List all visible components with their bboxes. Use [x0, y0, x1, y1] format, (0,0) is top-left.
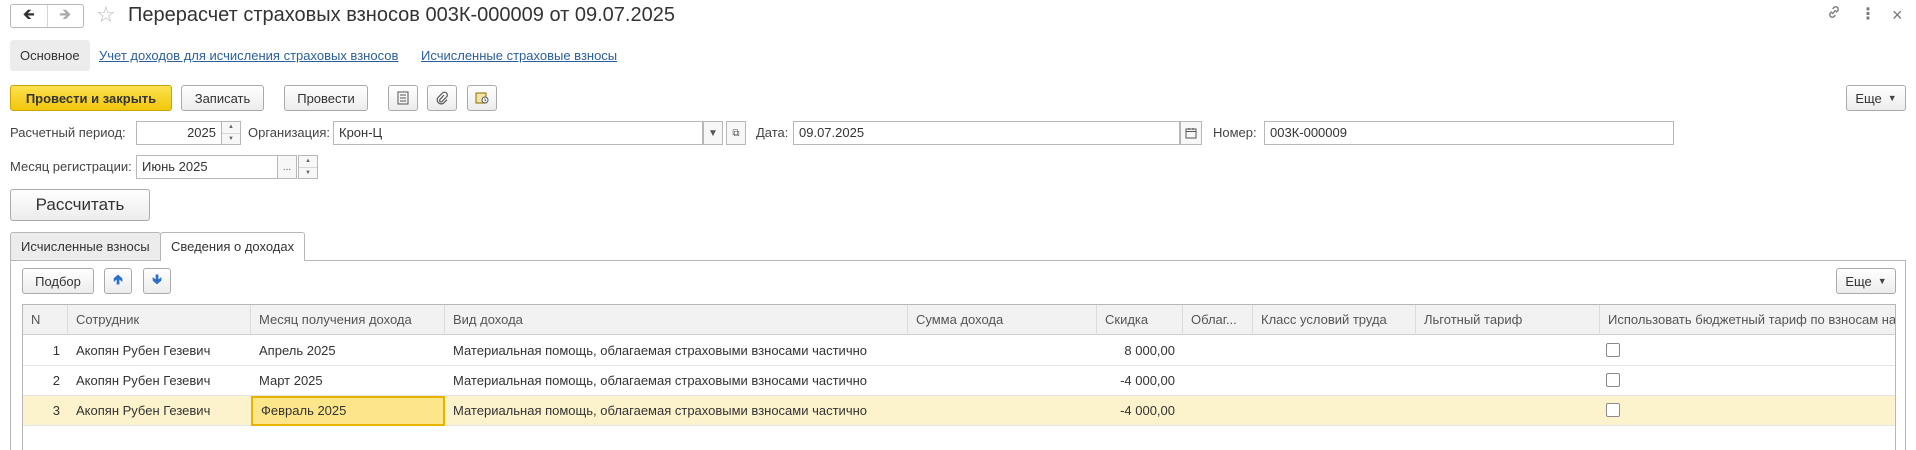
organization-label: Организация: [248, 125, 331, 140]
cell-income-type[interactable]: Материальная помощь, облагаемая страховы… [445, 336, 908, 366]
cell-income-sum[interactable] [908, 396, 1097, 426]
cell-n: 1 [52, 343, 60, 358]
section-main[interactable]: Основное [10, 40, 90, 71]
move-up-icon[interactable]: 🢁 [104, 268, 132, 294]
chevron-down-icon: ▼ [1877, 276, 1887, 286]
column-header-preferential-tariff[interactable]: Льготный тариф [1416, 305, 1600, 335]
date-field[interactable]: 09.07.2025 [793, 121, 1180, 145]
document-list-icon[interactable] [388, 85, 418, 111]
organization-field[interactable]: Крон-Ц [333, 121, 703, 145]
calendar-icon[interactable] [1180, 121, 1202, 145]
table-row-selected[interactable]: 3 Акопян Рубен Гезевич Февраль 2025 Мате… [23, 396, 1895, 426]
dropdown-icon[interactable]: ▼ [703, 121, 723, 145]
number-label: Номер: [1213, 125, 1257, 140]
stepper-down-icon[interactable]: ▼ [299, 168, 317, 179]
budget-tariff-checkbox[interactable] [1606, 403, 1620, 417]
column-header-n[interactable]: N [23, 305, 68, 335]
cell-employee[interactable]: Акопян Рубен Гезевич [68, 336, 251, 366]
cell-discount[interactable]: -4 000,00 [1097, 396, 1183, 426]
period-stepper[interactable]: ▲ ▼ [221, 121, 241, 145]
cell-discount[interactable]: 8 000,00 [1097, 336, 1183, 366]
more-vertical-icon[interactable]: ⋮ [1860, 4, 1876, 26]
cell-employee[interactable]: Акопян Рубен Гезевич [68, 396, 251, 426]
column-header-employee[interactable]: Сотрудник [68, 305, 251, 335]
date-label: Дата: [756, 125, 789, 140]
column-header-taxable[interactable]: Облаг... [1183, 305, 1253, 335]
cell-employee[interactable]: Акопян Рубен Гезевич [68, 366, 251, 396]
income-table: N Сотрудник Месяц получения дохода Вид д… [22, 304, 1896, 450]
section-income-link[interactable]: Учет доходов для исчисления страховых вз… [99, 40, 398, 71]
number-field[interactable]: 003К-000009 [1264, 121, 1674, 145]
arrow-left-icon[interactable]: 🡸 [11, 5, 48, 27]
cell-income-type[interactable]: Материальная помощь, облагаемая страховы… [445, 366, 908, 396]
registration-month-stepper[interactable]: ▲ ▼ [298, 155, 318, 179]
post-button[interactable]: Провести [284, 85, 368, 111]
select-ellipsis-button[interactable]: ... [277, 155, 297, 179]
cell-discount[interactable]: -4 000,00 [1097, 366, 1183, 396]
chevron-down-icon: ▼ [1887, 93, 1897, 103]
column-header-month[interactable]: Месяц получения дохода [251, 305, 445, 335]
section-calculated-link[interactable]: Исчисленные страховые взносы [421, 40, 617, 71]
table-row[interactable]: 1 Акопян Рубен Гезевич Апрель 2025 Матер… [23, 336, 1895, 366]
column-header-budget-tariff[interactable]: Использовать бюджетный тариф по взносам … [1600, 305, 1895, 335]
column-header-income-sum[interactable]: Сумма дохода [908, 305, 1097, 335]
table-row[interactable]: 2 Акопян Рубен Гезевич Март 2025 Материа… [23, 366, 1895, 396]
star-icon[interactable]: ☆ [96, 3, 116, 27]
cell-month-focused[interactable]: Февраль 2025 [251, 396, 445, 426]
cell-income-sum[interactable] [908, 336, 1097, 366]
stepper-down-icon[interactable]: ▼ [222, 134, 240, 145]
budget-tariff-checkbox[interactable] [1606, 343, 1620, 357]
post-and-close-button[interactable]: Провести и закрыть [10, 85, 172, 111]
stepper-up-icon[interactable]: ▲ [222, 122, 240, 134]
calculate-button[interactable]: Рассчитать [10, 189, 150, 221]
stepper-up-icon[interactable]: ▲ [299, 156, 317, 168]
link-icon[interactable] [1826, 4, 1842, 27]
table-more-button-label: Еще [1845, 273, 1872, 289]
column-header-income-type[interactable]: Вид дохода [445, 305, 908, 335]
cell-month[interactable]: Апрель 2025 [251, 336, 445, 366]
select-button[interactable]: Подбор [22, 268, 94, 294]
registration-month-field[interactable]: Июнь 2025 [136, 155, 278, 179]
page-title: Перерасчет страховых взносов 003К-000009… [128, 4, 675, 26]
move-down-icon[interactable]: 🢃 [143, 268, 171, 294]
cell-income-type[interactable]: Материальная помощь, облагаемая страховы… [445, 396, 908, 426]
more-button[interactable]: Еще ▼ [1846, 85, 1906, 111]
cell-month[interactable]: Март 2025 [251, 366, 445, 396]
open-icon[interactable]: ⧉ [726, 121, 746, 145]
table-header: N Сотрудник Месяц получения дохода Вид д… [23, 305, 1895, 335]
cell-income-sum[interactable] [908, 366, 1097, 396]
close-icon[interactable]: × [1892, 4, 1903, 26]
column-header-discount[interactable]: Скидка [1097, 305, 1183, 335]
save-button[interactable]: Записать [181, 85, 264, 111]
more-button-label: Еще [1855, 90, 1882, 106]
navigation-buttons: 🡸 🡺 [10, 4, 84, 28]
table-more-button[interactable]: Еще ▼ [1836, 268, 1896, 294]
arrow-right-icon[interactable]: 🡺 [48, 5, 84, 27]
column-header-work-class[interactable]: Класс условий труда [1253, 305, 1416, 335]
cell-n: 2 [52, 373, 60, 388]
registration-month-label: Месяц регистрации: [10, 159, 132, 174]
paperclip-icon[interactable] [427, 85, 457, 111]
report-icon[interactable] [467, 85, 497, 111]
budget-tariff-checkbox[interactable] [1606, 373, 1620, 387]
period-field[interactable]: 2025 [136, 121, 222, 145]
period-label: Расчетный период: [10, 125, 126, 140]
cell-n: 3 [52, 403, 60, 418]
tab-income-info[interactable]: Сведения о доходах [160, 232, 306, 261]
tab-calculated-contributions[interactable]: Исчисленные взносы [10, 232, 161, 260]
